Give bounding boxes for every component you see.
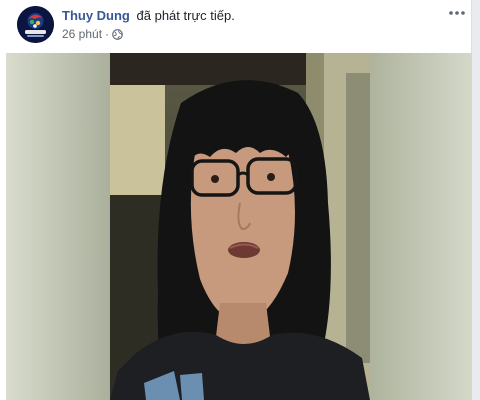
post-meta: 26 phút · [62,27,123,41]
meta-separator: · [105,27,110,41]
globe-icon[interactable] [112,28,123,40]
post-title-line: Thuy Dung đã phát trực tiếp. [62,8,235,23]
post-header: Thuy Dung đã phát trực tiếp. 26 phút · [0,0,472,50]
live-video-player[interactable] [6,53,472,400]
post-action-text: đã phát trực tiếp. [136,8,235,23]
post-timestamp[interactable]: 26 phút [62,27,102,41]
post-card: Thuy Dung đã phát trực tiếp. 26 phút · [0,0,472,400]
author-name-link[interactable]: Thuy Dung [62,8,130,23]
author-avatar[interactable] [17,6,54,43]
more-options-icon[interactable] [449,4,465,22]
video-frame [6,53,472,400]
avatar-image [17,6,54,43]
